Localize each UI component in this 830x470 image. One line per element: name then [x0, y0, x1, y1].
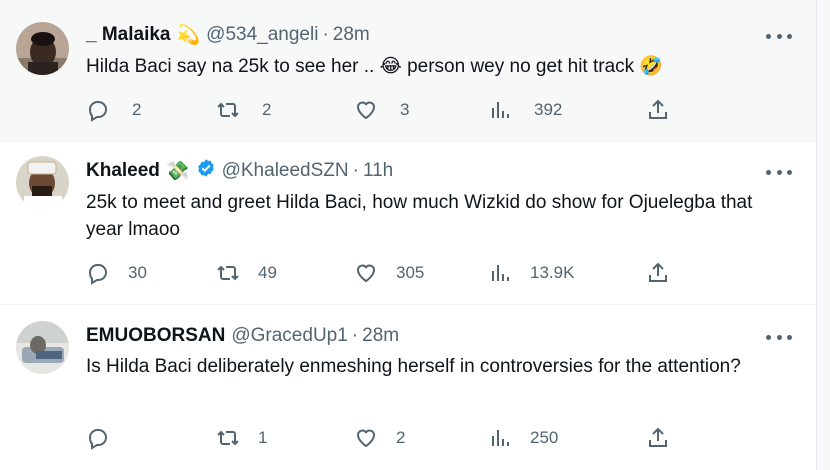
- views-button[interactable]: 13.9K: [488, 260, 574, 286]
- tweet-card[interactable]: Khaleed 💸 @KhaleedSZN · 11h 25k to meet …: [0, 142, 816, 305]
- share-button[interactable]: [646, 425, 688, 451]
- tweet-text: Is Hilda Baci deliberately enmeshing her…: [86, 356, 741, 377]
- reply-count: 2: [132, 100, 142, 119]
- share-button[interactable]: [646, 97, 688, 123]
- views-icon: [492, 430, 509, 446]
- like-count: 305: [396, 263, 425, 282]
- heart-icon: [356, 101, 376, 120]
- views-button[interactable]: 392: [488, 97, 562, 123]
- retweet-count: 49: [258, 263, 277, 282]
- tweet-text: 25k to meet and greet Hilda Baci, how mu…: [86, 192, 753, 240]
- share-icon: [649, 262, 667, 282]
- heart-icon: [356, 429, 376, 448]
- like-count: 2: [396, 428, 406, 447]
- heart-icon: [356, 264, 376, 283]
- view-count: 392: [534, 100, 563, 119]
- separator-dot: ·: [352, 160, 359, 181]
- tweet-text: Hilda Baci say na 25k to see her .. 😂 pe…: [86, 56, 664, 77]
- tweet-card[interactable]: EMUOBORSAN @GracedUp1 · 28m Is Hilda Bac…: [0, 305, 816, 470]
- avatar[interactable]: [16, 22, 69, 75]
- timestamp[interactable]: 28m: [333, 24, 370, 46]
- share-icon: [649, 427, 667, 447]
- like-button[interactable]: 305: [354, 260, 424, 286]
- reply-icon: [88, 101, 108, 122]
- timestamp[interactable]: 28m: [362, 325, 399, 347]
- tweet-header: _ Malaika 💫 @534_angeli · 28m: [86, 23, 370, 47]
- more-options-icon[interactable]: [766, 25, 792, 47]
- sparkle-emoji: 💫: [176, 25, 201, 46]
- money-emoji: 💸: [165, 161, 190, 182]
- retweet-count: 1: [258, 428, 268, 447]
- like-count: 3: [400, 100, 410, 119]
- tweet-actions: 2 2 3 392: [86, 97, 686, 123]
- reply-icon: [88, 429, 108, 450]
- share-icon: [649, 99, 667, 119]
- display-name[interactable]: Khaleed: [86, 160, 160, 182]
- tweet-card[interactable]: _ Malaika 💫 @534_angeli · 28m Hilda Baci…: [0, 0, 816, 142]
- timeline: _ Malaika 💫 @534_angeli · 28m Hilda Baci…: [0, 0, 817, 470]
- view-count: 250: [530, 428, 559, 447]
- reply-icon: [88, 264, 108, 285]
- retweet-icon: [217, 265, 239, 281]
- retweet-button[interactable]: 1: [216, 425, 267, 451]
- more-options-icon[interactable]: [766, 161, 792, 183]
- tweet-header: Khaleed 💸 @KhaleedSZN · 11h: [86, 159, 393, 183]
- retweet-icon: [217, 430, 239, 446]
- like-button[interactable]: 3: [354, 97, 409, 123]
- retweet-button[interactable]: 2: [216, 97, 271, 123]
- separator-dot: ·: [351, 325, 359, 346]
- separator-dot: ·: [322, 24, 329, 45]
- tweet-actions: 30 49 305 13.9K: [86, 260, 686, 286]
- reply-button[interactable]: 2: [86, 97, 141, 123]
- tweet-actions: 1 2 250: [86, 425, 686, 451]
- user-handle[interactable]: @GracedUp1: [231, 325, 347, 347]
- reply-button[interactable]: 30: [86, 260, 147, 286]
- reply-count: 30: [128, 263, 147, 282]
- timestamp[interactable]: 11h: [363, 160, 393, 182]
- retweet-icon: [217, 102, 239, 118]
- reply-button[interactable]: [86, 425, 128, 451]
- display-name[interactable]: EMUOBORSAN: [86, 325, 225, 347]
- views-button[interactable]: 250: [488, 425, 558, 451]
- more-options-icon[interactable]: [766, 326, 792, 348]
- display-name[interactable]: _ Malaika: [86, 24, 171, 46]
- views-icon: [492, 265, 509, 281]
- avatar[interactable]: [16, 156, 69, 209]
- retweet-count: 2: [262, 100, 272, 119]
- tweet-header: EMUOBORSAN @GracedUp1 · 28m: [86, 324, 399, 348]
- like-button[interactable]: 2: [354, 425, 405, 451]
- verified-badge-icon: [196, 158, 216, 184]
- avatar[interactable]: [16, 321, 69, 374]
- user-handle[interactable]: @534_angeli: [206, 24, 318, 46]
- share-button[interactable]: [646, 260, 688, 286]
- retweet-button[interactable]: 49: [216, 260, 277, 286]
- view-count: 13.9K: [530, 263, 575, 282]
- user-handle[interactable]: @KhaleedSZN: [222, 160, 349, 182]
- views-icon: [492, 102, 509, 118]
